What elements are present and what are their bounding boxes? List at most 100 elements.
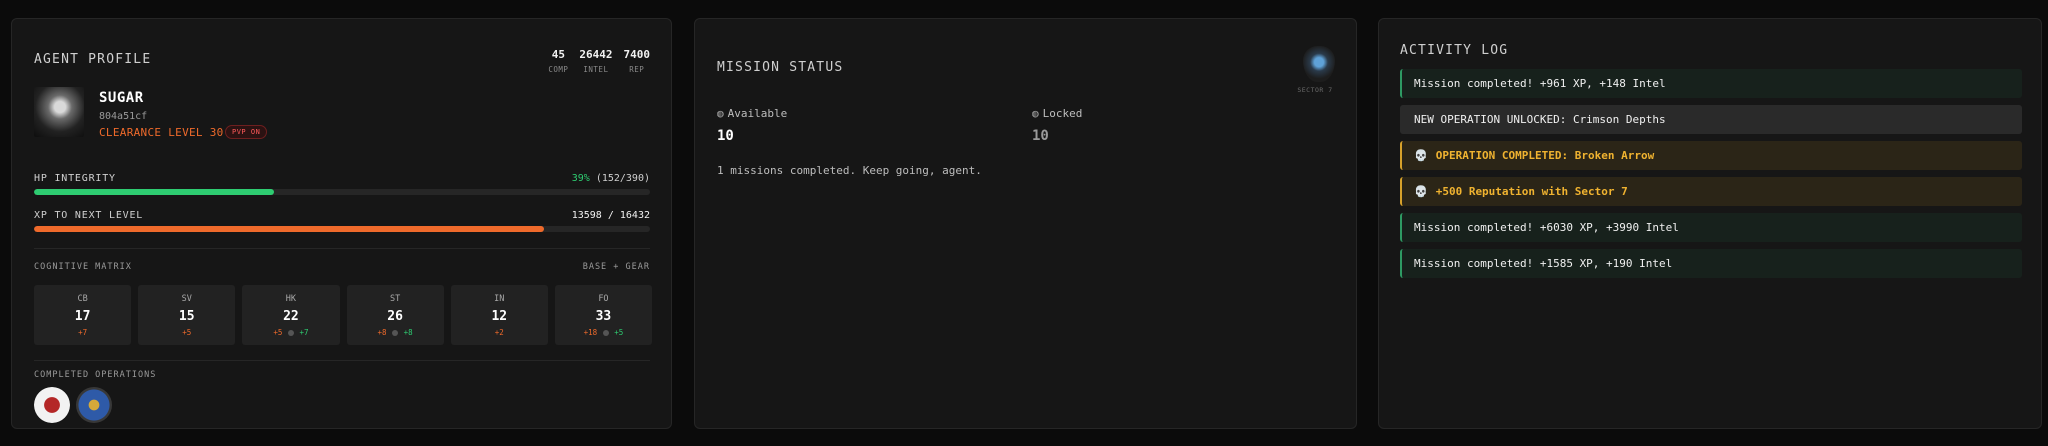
stat-label: INTEL [583, 65, 609, 74]
log-entry: NEW OPERATION UNLOCKED: Crimson Depths [1400, 105, 2022, 134]
cog-bonus: +5 [138, 328, 235, 337]
cog-key: FO [598, 294, 609, 304]
locked-label: ◍ Locked [1032, 107, 1082, 120]
log-entry-text: Mission completed! +1585 XP, +190 Intel [1414, 257, 1673, 270]
stat-comp: 45 COMP [548, 48, 568, 74]
cog-gear: +7 [299, 328, 309, 337]
cog-key: IN [494, 294, 505, 304]
log-entry-text: NEW OPERATION UNLOCKED: Crimson Depths [1414, 113, 1666, 126]
cognitive-label: COGNITIVE MATRIX [34, 262, 132, 272]
stat-value: 26442 [579, 48, 613, 61]
cog-base: +8 [377, 328, 387, 337]
sector-emblem-icon [1303, 46, 1335, 82]
cog-bonus: +2 [451, 328, 548, 337]
activity-log-title: ACTIVITY LOG [1400, 43, 1509, 58]
mission-note: 1 missions completed. Keep going, agent. [717, 164, 982, 177]
cog-base: +5 [182, 328, 192, 337]
cog-key: HK [285, 294, 297, 304]
sector-label: SECTOR 7 [1297, 86, 1333, 94]
cognitive-right-label: BASE + GEAR [582, 262, 650, 272]
activity-log-list: Mission completed! +961 XP, +148 Intel N… [1400, 69, 2022, 285]
available-label: ◍ Available [717, 107, 787, 120]
divider [34, 360, 650, 361]
hp-percent: 39% [571, 173, 590, 184]
xp-label: XP TO NEXT LEVEL [34, 210, 144, 221]
log-entry-text: OPERATION COMPLETED: Broken Arrow [1435, 149, 1655, 162]
hp-label: HP INTEGRITY [34, 173, 116, 184]
agent-profile-panel: AGENT PROFILE 45 COMP 26442 INTEL 7400 R… [11, 18, 672, 429]
cog-value: 26 [387, 309, 403, 324]
cog-value: 17 [74, 309, 91, 324]
stat-label: COMP [548, 65, 569, 74]
globe-icon: ◍ [717, 107, 724, 120]
cog-bonus: +7 [34, 328, 131, 337]
available-value: 10 [717, 128, 734, 144]
cognitive-matrix: CB 17 +7 SV 15 +5 HK 22 +5 +7 ST 26 +8 +… [34, 285, 653, 345]
cog-base: +5 [273, 328, 283, 337]
cog-gear: +8 [403, 328, 413, 337]
log-entry: Mission completed! +1585 XP, +190 Intel [1400, 249, 2022, 278]
avatar[interactable] [34, 87, 84, 137]
skull-icon: 💀 [1414, 185, 1428, 198]
stat-value: 7400 [623, 48, 651, 61]
mission-status-panel: MISSION STATUS SECTOR 7 ◍ Available 10 ◍ L… [694, 18, 1357, 429]
clearance-level: CLEARANCE LEVEL 30 [99, 126, 224, 139]
locked-text: Locked [1042, 107, 1083, 120]
agent-name: SUGAR [99, 90, 144, 106]
cog-cell-sv: SV 15 +5 [138, 285, 236, 345]
log-entry: 💀 +500 Reputation with Sector 7 [1400, 177, 2022, 206]
globe-icon: ◍ [1032, 107, 1039, 120]
cog-bonus: +8 +8 [347, 328, 444, 337]
gear-icon [287, 330, 294, 336]
stat-label: REP [629, 65, 645, 74]
cog-value: 33 [595, 309, 612, 324]
log-entry-text: Mission completed! +6030 XP, +3990 Intel [1414, 221, 1679, 234]
cog-cell-cb: CB 17 +7 [34, 285, 132, 345]
log-entry: 💀 OPERATION COMPLETED: Broken Arrow [1400, 141, 2022, 170]
mission-status-title: MISSION STATUS [717, 60, 844, 75]
cog-cell-in: IN 12 +2 [450, 285, 548, 345]
activity-log-panel: ACTIVITY LOG Mission completed! +961 XP,… [1378, 18, 2042, 429]
cog-key: CB [77, 294, 88, 304]
stat-value: 45 [551, 48, 565, 61]
xp-bar [34, 226, 650, 232]
profile-stats: 45 COMP 26442 INTEL 7400 REP [548, 48, 650, 74]
log-entry: Mission completed! +6030 XP, +3990 Intel [1400, 213, 2022, 242]
completed-ops-label: COMPLETED OPERATIONS [34, 370, 157, 380]
stat-rep: 7400 REP [624, 48, 651, 74]
log-entry-text: +500 Reputation with Sector 7 [1435, 185, 1628, 198]
log-entry: Mission completed! +961 XP, +148 Intel [1400, 69, 2022, 98]
agent-profile-title: AGENT PROFILE [34, 52, 152, 67]
available-text: Available [727, 107, 788, 120]
xp-detail: 13598 / 16432 [571, 210, 650, 221]
cog-cell-fo: FO 33 +18 +5 [554, 285, 653, 345]
gear-icon [602, 330, 609, 336]
cog-bonus: +5 +7 [242, 328, 339, 337]
xp-bar-fill [34, 226, 544, 232]
cog-bonus: +18 +5 [555, 328, 652, 337]
cog-value: 12 [491, 309, 508, 324]
divider [34, 248, 650, 249]
log-entry-text: Mission completed! +961 XP, +148 Intel [1414, 77, 1666, 90]
hp-bar [34, 189, 650, 195]
cog-base: +2 [494, 328, 504, 337]
pvp-badge: PVP ON [225, 125, 268, 139]
hp-detail: (152/390) [595, 173, 650, 184]
cog-value: 15 [178, 309, 195, 324]
cog-key: SV [181, 294, 192, 304]
cog-base: +7 [78, 328, 88, 337]
hp-readout: 39% (152/390) [572, 173, 650, 184]
cog-value: 22 [283, 309, 299, 324]
cog-base: +18 [583, 328, 598, 337]
cog-cell-st: ST 26 +8 +8 [346, 285, 444, 345]
skull-icon: 💀 [1414, 149, 1428, 162]
stat-intel: 26442 INTEL [579, 48, 612, 74]
cog-gear: +5 [614, 328, 624, 337]
cog-cell-hk: HK 22 +5 +7 [242, 285, 340, 345]
operation-badge-icon[interactable] [76, 387, 112, 423]
agent-id: 804a51cf [99, 111, 148, 122]
hp-bar-fill [34, 189, 275, 195]
cog-key: ST [389, 294, 401, 304]
locked-value: 10 [1032, 128, 1049, 144]
operation-badge-icon[interactable] [34, 387, 70, 423]
